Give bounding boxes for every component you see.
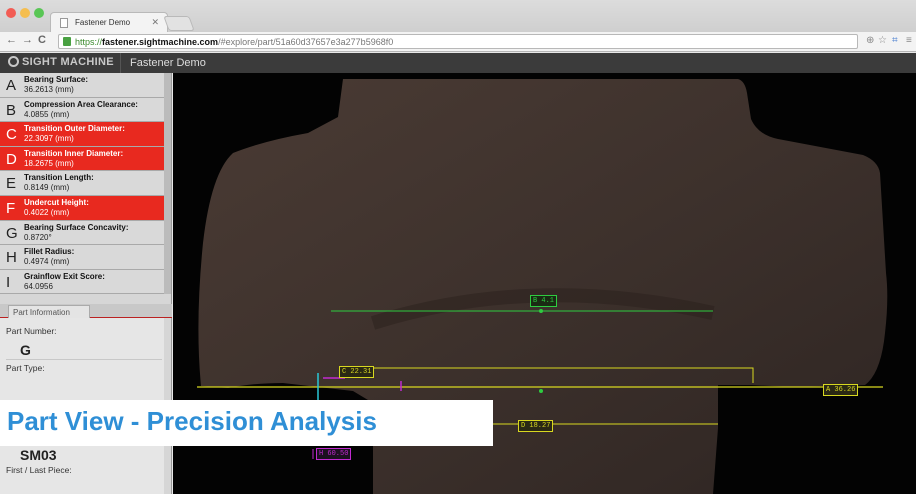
close-tab-icon[interactable]: ✕ bbox=[151, 17, 159, 28]
measurement-value: 64.0956 bbox=[24, 281, 53, 291]
tab-strip: Fastener Demo ✕ bbox=[0, 0, 916, 32]
annotation-d[interactable]: D 18.27 bbox=[518, 420, 554, 432]
url-path: /#explore/part/51a60d37657e3a277b5968f0 bbox=[218, 37, 394, 47]
measurement-row-e[interactable]: E Transition Length: 0.8149 (mm) bbox=[0, 171, 171, 196]
measurement-row-a[interactable]: A Bearing Surface: 36.2613 (mm) bbox=[0, 73, 171, 98]
part-type-label: Part Type: bbox=[6, 363, 45, 373]
annotation-h[interactable]: H 60.50 bbox=[316, 448, 352, 460]
b-endpoint bbox=[539, 309, 543, 313]
minimize-window-button[interactable] bbox=[20, 8, 30, 18]
annotation-c[interactable]: C 22.31 bbox=[339, 366, 375, 378]
url-host: fastener.sightmachine.com bbox=[102, 37, 219, 47]
menu-icon[interactable]: ≡ bbox=[906, 35, 912, 46]
measurement-name: Transition Outer Diameter: bbox=[24, 124, 125, 134]
measurement-row-g[interactable]: G Bearing Surface Concavity: 0.8720° bbox=[0, 220, 171, 246]
measurement-row-b[interactable]: B Compression Area Clearance: 4.0855 (mm) bbox=[0, 97, 171, 123]
measurement-name: Compression Area Clearance: bbox=[24, 99, 138, 109]
forward-icon[interactable]: → bbox=[22, 34, 33, 46]
header-divider bbox=[120, 53, 121, 73]
measurement-name: Transition Inner Diameter: bbox=[24, 148, 124, 158]
url-input[interactable]: https://fastener.sightmachine.com/#explo… bbox=[58, 34, 858, 49]
zoom-icon[interactable]: ⊕ bbox=[866, 35, 874, 46]
measurement-value: 0.4974 (mm) bbox=[24, 257, 70, 267]
measurement-letter: C bbox=[6, 126, 17, 144]
measurement-value: 0.8720° bbox=[24, 232, 52, 242]
machine-value: SM03 bbox=[20, 447, 57, 463]
divider bbox=[6, 359, 162, 360]
measurement-name: Transition Length: bbox=[24, 173, 94, 183]
measurement-letter: G bbox=[6, 224, 18, 242]
first-last-piece-label: First / Last Piece: bbox=[6, 465, 72, 475]
measurement-row-d[interactable]: D Transition Inner Diameter: 18.2675 (mm) bbox=[0, 146, 171, 172]
app-title: Fastener Demo bbox=[130, 57, 206, 69]
measurement-letter: I bbox=[6, 273, 11, 291]
tab-title: Fastener Demo bbox=[75, 18, 131, 27]
measurement-letter: E bbox=[6, 175, 17, 193]
measurement-value: 4.0855 (mm) bbox=[24, 109, 70, 119]
measurement-name: Bearing Surface: bbox=[24, 75, 89, 84]
sidebar-scrollbar[interactable] bbox=[164, 73, 171, 294]
measurement-row-h[interactable]: H Fillet Radius: 0.4974 (mm) bbox=[0, 245, 171, 270]
a-endpoint bbox=[539, 389, 543, 393]
measurement-row-c[interactable]: C Transition Outer Diameter: 22.3097 (mm) bbox=[0, 122, 171, 147]
measurement-letter: B bbox=[6, 101, 17, 119]
reload-icon[interactable]: C bbox=[38, 34, 46, 46]
measurement-name: Bearing Surface Concavity: bbox=[24, 222, 129, 232]
measurement-letter: H bbox=[6, 249, 17, 267]
extension-icon[interactable]: ⌗ bbox=[892, 35, 898, 46]
logo[interactable]: SIGHT MACHINE bbox=[8, 56, 114, 68]
measurement-name: Undercut Height: bbox=[24, 197, 89, 207]
measurement-letter: D bbox=[6, 150, 17, 168]
url-scheme: https:// bbox=[75, 37, 103, 47]
annotation-b[interactable]: B 4.1 bbox=[530, 295, 558, 307]
page-icon bbox=[60, 18, 68, 28]
overlay-banner: Part View - Precision Analysis bbox=[0, 400, 493, 446]
measurement-value: 36.2613 (mm) bbox=[24, 85, 74, 94]
address-bar-row: ← → C https://fastener.sightmachine.com/… bbox=[0, 32, 916, 52]
app-header: SIGHT MACHINE Fastener Demo bbox=[0, 53, 916, 73]
measurement-letter: F bbox=[6, 199, 16, 217]
measurement-list: A Bearing Surface: 36.2613 (mm) B Compressio… bbox=[0, 73, 171, 295]
browser-window: Fastener Demo ✕ ← → C https://fastener.s… bbox=[0, 0, 916, 494]
browser-tab[interactable]: Fastener Demo ✕ bbox=[50, 12, 168, 32]
measurement-row-i[interactable]: I Grainflow Exit Score: 64.0956 bbox=[0, 269, 171, 295]
gear-logo-icon bbox=[8, 56, 19, 67]
info-tab-bar: Part Information bbox=[0, 304, 172, 318]
annotation-a[interactable]: A 36.26 bbox=[823, 384, 859, 396]
measurement-letter: A bbox=[6, 77, 17, 94]
measurement-name: Grainflow Exit Score: bbox=[24, 271, 105, 281]
zoom-window-button[interactable] bbox=[34, 8, 44, 18]
banner-title: Part View - Precision Analysis bbox=[7, 406, 377, 436]
close-window-button[interactable] bbox=[6, 8, 16, 18]
new-tab-button[interactable] bbox=[163, 16, 195, 31]
tab-part-information[interactable]: Part Information bbox=[8, 305, 90, 318]
measurement-value: 0.8149 (mm) bbox=[24, 183, 70, 193]
part-number-label: Part Number: bbox=[6, 326, 57, 336]
measurement-value: 0.4022 (mm) bbox=[24, 207, 70, 217]
measurement-row-f[interactable]: F Undercut Height: 0.4022 (mm) bbox=[0, 195, 171, 221]
logo-text: SIGHT MACHINE bbox=[22, 56, 114, 68]
part-number-value: G bbox=[20, 342, 31, 358]
measurement-value: 22.3097 (mm) bbox=[24, 134, 74, 144]
measurement-value: 18.2675 (mm) bbox=[24, 158, 74, 168]
measurement-name: Fillet Radius: bbox=[24, 247, 75, 257]
lock-icon bbox=[63, 37, 71, 46]
window-controls bbox=[6, 8, 44, 18]
back-icon[interactable]: ← bbox=[6, 34, 17, 46]
bookmark-star-icon[interactable]: ☆ bbox=[878, 35, 887, 46]
